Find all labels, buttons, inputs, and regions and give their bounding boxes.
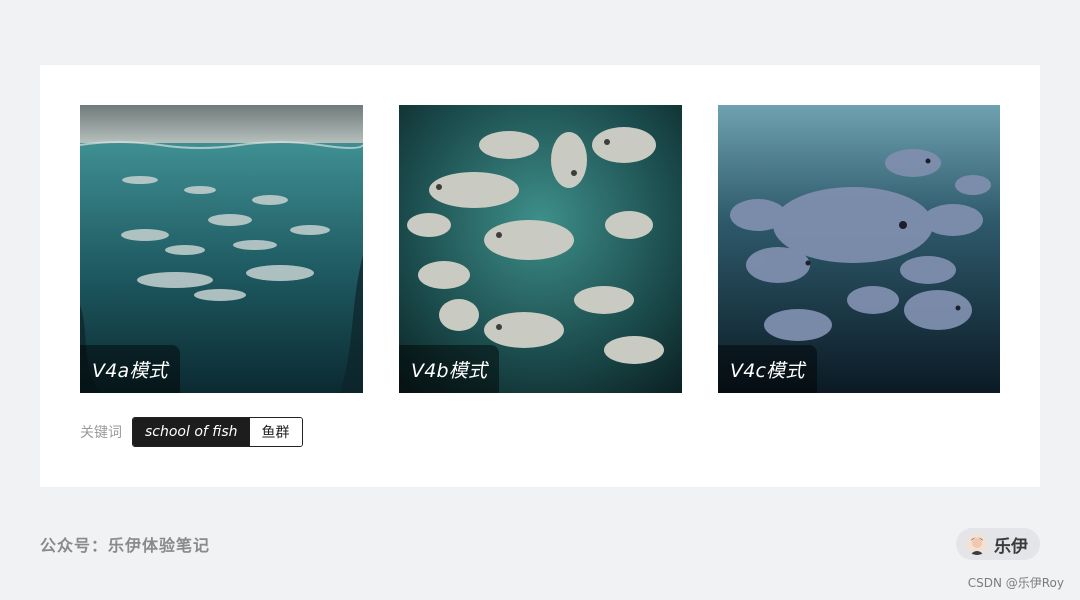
image-tile-v4c[interactable]: V4c模式 bbox=[718, 105, 1000, 393]
content-card: V4a模式 V4b模式 V4c模式 关键词 school of fish 鱼群 bbox=[40, 65, 1040, 487]
keyword-label: 关键词 bbox=[80, 425, 122, 441]
keyword-row: 关键词 school of fish 鱼群 bbox=[80, 417, 303, 447]
keyword-tag[interactable]: school of fish 鱼群 bbox=[132, 417, 303, 447]
image-tile-v4a[interactable]: V4a模式 bbox=[80, 105, 363, 393]
mode-label-v4a: V4a模式 bbox=[80, 345, 180, 393]
keyword-chinese: 鱼群 bbox=[249, 418, 302, 446]
avatar-icon bbox=[966, 533, 988, 555]
author-name: 乐伊 bbox=[994, 536, 1028, 557]
image-tile-v4b[interactable]: V4b模式 bbox=[399, 105, 682, 393]
mode-label-v4c: V4c模式 bbox=[718, 345, 817, 393]
author-chip[interactable]: 乐伊 bbox=[956, 528, 1040, 560]
mode-label-v4b: V4b模式 bbox=[399, 345, 500, 393]
official-account-text: 公众号：乐伊体验笔记 bbox=[40, 536, 211, 555]
watermark-text: CSDN @乐伊Roy bbox=[967, 576, 1064, 590]
keyword-english: school of fish bbox=[133, 418, 250, 446]
image-gallery: V4a模式 V4b模式 V4c模式 bbox=[80, 105, 1000, 393]
